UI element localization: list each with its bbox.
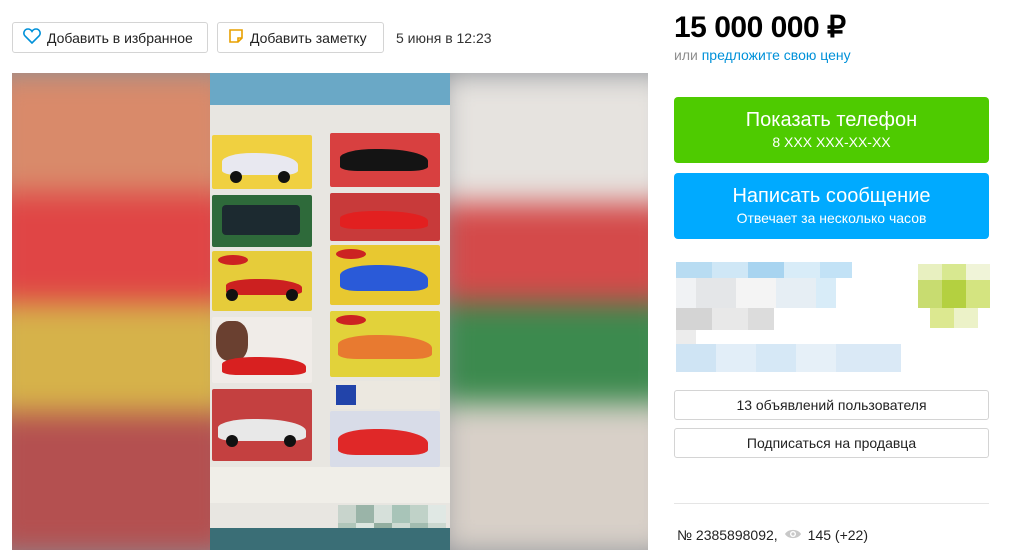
seller-info-redacted (674, 260, 994, 380)
sticker-album (210, 73, 450, 550)
ad-number: № 2385898092, (677, 527, 778, 543)
sticker-formula-car (212, 251, 312, 311)
sticker-classic-car (212, 389, 312, 461)
photo-blur-right (442, 73, 648, 550)
write-message-title: Написать сообщение (732, 185, 931, 207)
show-phone-title: Показать телефон (745, 109, 918, 131)
show-phone-button[interactable]: Показать телефон 8 XXX XXX-XX-XX (674, 97, 989, 163)
add-note-button[interactable]: Добавить заметку (217, 22, 384, 53)
sticker-red-hatchback (330, 411, 440, 467)
response-time: Отвечает за несколько часов (736, 210, 927, 226)
sticker-red-sports-car (330, 193, 440, 241)
seller-listings-button[interactable]: 13 объявлений пользователя (674, 390, 989, 420)
write-message-button[interactable]: Написать сообщение Отвечает за несколько… (674, 173, 989, 239)
offer-prefix: или (674, 47, 698, 63)
sticker-blue-car (330, 245, 440, 305)
sticker-race-car (212, 135, 312, 189)
sticker-orange-concept-car (330, 311, 440, 377)
phone-mask: 8 XXX XXX-XX-XX (772, 134, 891, 150)
offer-line: или предложите свою цену (674, 47, 851, 63)
album-bottom-fabric (210, 528, 450, 550)
publish-date: 5 июня в 12:23 (396, 30, 492, 46)
sticker-suzuki-logo (330, 381, 440, 409)
heart-icon (23, 28, 41, 47)
sticker-woman-car (212, 317, 312, 383)
ad-meta: № 2385898092, 145 (+22) (677, 527, 868, 543)
eye-icon (784, 527, 802, 543)
album-top-edge (210, 73, 450, 105)
divider (674, 503, 989, 504)
offer-price-link[interactable]: предложите свою цену (702, 47, 851, 63)
favorite-label: Добавить в избранное (47, 29, 193, 46)
add-to-favorites-button[interactable]: Добавить в избранное (12, 22, 208, 53)
subscribe-seller-button[interactable]: Подписаться на продавца (674, 428, 989, 458)
note-icon (228, 28, 244, 47)
listing-photo[interactable] (12, 73, 648, 550)
sticker-captions-strip (210, 467, 450, 503)
view-count: 145 (+22) (807, 527, 868, 543)
sticker-van (212, 195, 312, 247)
photo-blur-left (12, 73, 232, 550)
note-label: Добавить заметку (250, 29, 367, 46)
price: 15 000 000 ₽ (674, 11, 846, 44)
sticker-black-car (330, 133, 440, 187)
